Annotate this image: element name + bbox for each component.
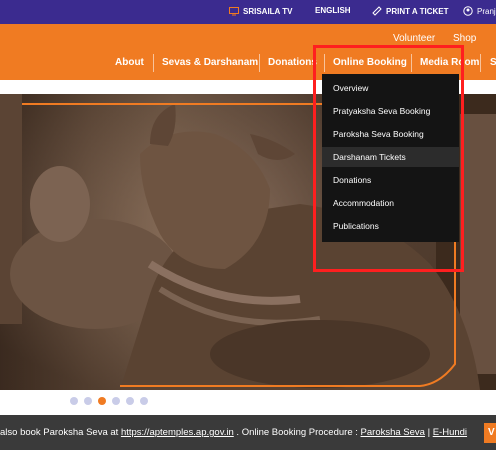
srisaila-tv-label: SRISAILA TV xyxy=(243,6,293,16)
nav-divider xyxy=(259,54,260,72)
e-hundi-link[interactable]: E-Hundi xyxy=(433,427,467,438)
ticker-middle: . Online Booking Procedure : xyxy=(233,427,361,438)
print-ticket-label: PRINT A TICKET xyxy=(386,6,449,16)
ticker-text: also book Paroksha Seva at https://aptem… xyxy=(0,427,467,438)
nav-divider xyxy=(153,54,154,72)
ticker-pipe: | xyxy=(424,427,433,438)
slider-dot[interactable] xyxy=(112,397,120,405)
slider-dot[interactable] xyxy=(70,397,78,405)
nav-about[interactable]: About xyxy=(115,57,144,68)
nav-sevas-darshanam[interactable]: Sevas & Darshanam xyxy=(162,57,258,68)
slider-dot[interactable] xyxy=(140,397,148,405)
nav-more[interactable]: S xyxy=(490,57,496,68)
nav-divider xyxy=(480,54,481,72)
tv-icon xyxy=(229,6,239,16)
volunteer-link[interactable]: Volunteer xyxy=(393,33,435,44)
slider-dot[interactable] xyxy=(84,397,92,405)
top-bar: SRISAILA TV ENGLISH PRINT A TICKET Pranj xyxy=(0,0,496,24)
shop-link[interactable]: Shop xyxy=(453,33,476,44)
user-menu[interactable]: Pranj xyxy=(463,6,496,16)
ticket-icon xyxy=(372,6,382,16)
language-label: ENGLISH xyxy=(315,6,351,15)
ticker-cta-button[interactable]: V xyxy=(484,423,496,443)
ticker-prefix: also book Paroksha Seva at xyxy=(0,427,121,438)
paroksha-seva-link[interactable]: Paroksha Seva xyxy=(361,427,425,438)
aptemples-link[interactable]: https://aptemples.ap.gov.in xyxy=(121,427,234,438)
news-ticker: also book Paroksha Seva at https://aptem… xyxy=(0,415,496,450)
srisaila-tv-link[interactable]: SRISAILA TV xyxy=(229,6,292,16)
user-name: Pranj xyxy=(477,6,496,16)
nav-donations[interactable]: Donations xyxy=(268,57,317,68)
language-selector[interactable]: ENGLISH xyxy=(315,6,351,15)
slider-dots xyxy=(70,397,148,405)
highlight-box xyxy=(313,45,464,272)
slider-dot[interactable] xyxy=(126,397,134,405)
print-ticket-link[interactable]: PRINT A TICKET xyxy=(372,6,449,16)
slider-dot-active[interactable] xyxy=(98,397,106,405)
user-icon xyxy=(463,6,473,16)
